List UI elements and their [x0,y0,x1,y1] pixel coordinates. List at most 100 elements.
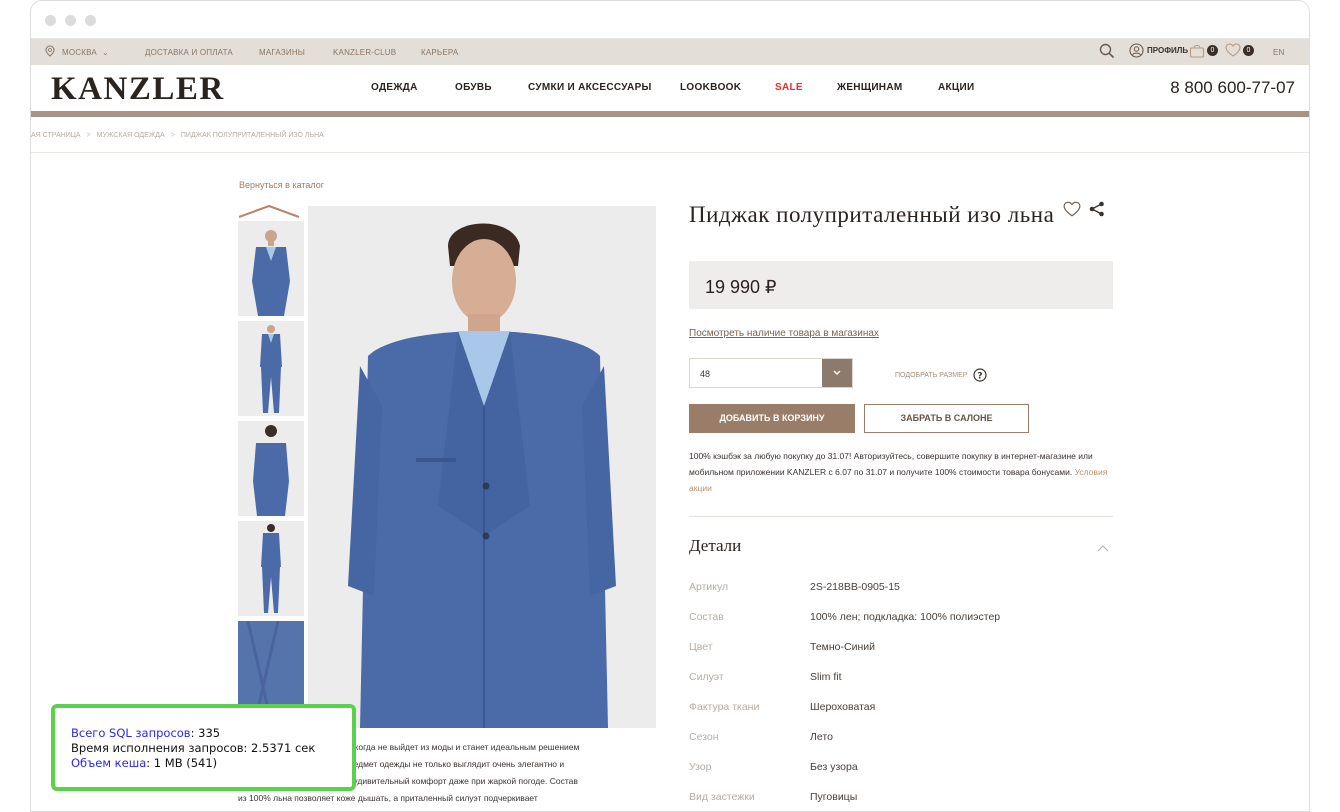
utility-bar: МОСКВА ⌄ ДОСТАВКА И ОПЛАТА МАГАЗИНЫ KANZ… [31,39,1309,65]
details-row: Фактура ткани Шероховатая [689,696,1119,726]
close-dot[interactable] [45,15,56,26]
details-value: Шероховатая [810,701,876,713]
nav-item-promotions[interactable]: АКЦИИ [938,82,975,93]
cart-link[interactable]: 0 [1189,43,1218,58]
breadcrumb-separator-icon: > [170,132,175,139]
price-box: 19 990 ₽ [689,261,1113,309]
description-line: из 100% льна позволяет коже дышать, а пр… [238,793,538,803]
details-row: Узор Без узора [689,756,1119,786]
details-value: 2S-218BB-0905-15 [810,581,900,593]
pickup-in-store-button[interactable]: ЗАБРАТЬ В САЛОНЕ [864,404,1029,433]
debug-sql-label[interactable]: Всего SQL запросов [71,726,191,740]
details-key: Состав [689,611,724,623]
details-key: Силуэт [689,671,724,683]
maximize-dot[interactable] [85,15,96,26]
location-icon [45,45,55,59]
product-thumbnail[interactable] [238,221,304,316]
details-row: Силуэт Slim fit [689,666,1119,696]
chevron-up-icon[interactable] [1097,541,1109,552]
topbar-link-stores[interactable]: МАГАЗИНЫ [259,48,305,57]
cart-count-badge: 0 [1207,45,1218,56]
minimize-dot[interactable] [65,15,76,26]
debug-time-line: Время исполнения запросов: 2.5371 сек [71,741,316,755]
nav-item-women[interactable]: ЖЕНЩИНАМ [837,82,902,93]
product-thumbnail[interactable] [238,521,304,616]
favorites-count-badge: 0 [1243,44,1254,56]
nav-item-bags[interactable]: СУМКИ И АКСЕССУАРЫ [528,82,652,93]
breadcrumb-divider [31,152,1309,153]
details-value: 100% лен; подкладка: 100% полиэстер [810,611,1001,623]
chevron-down-icon [822,359,852,387]
details-heading: Детали [689,536,742,555]
size-guide-link[interactable]: ПОДОБРАТЬ РАЗМЕР ? [895,368,988,382]
nav-item-lookbook[interactable]: LOOKBOOK [680,82,741,93]
details-key: Артикул [689,581,729,593]
browser-window: МОСКВА ⌄ ДОСТАВКА И ОПЛАТА МАГАЗИНЫ KANZ… [30,0,1310,812]
product-thumbnail[interactable] [238,621,304,709]
nav-item-sale[interactable]: SALE [775,82,803,93]
breadcrumb-item-category[interactable]: МУЖСКАЯ ОДЕЖДА [97,132,165,139]
nav-divider [31,111,1309,117]
size-select-value: 48 [700,369,711,379]
main-navigation: KANZLER ОДЕЖДА ОБУВЬ СУМКИ И АКСЕССУАРЫ … [31,65,1309,111]
details-row: Цвет Темно-Синий [689,636,1119,666]
favorites-link[interactable]: 0 [1225,43,1254,57]
breadcrumb-item-current: ПИДЖАК ПОЛУПРИТАЛЕННЫЙ ИЗО ЛЬНА [180,132,324,139]
details-row: Состав 100% лен; подкладка: 100% полиэсте… [689,606,1119,636]
topbar-link-delivery[interactable]: ДОСТАВКА И ОПЛАТА [145,48,233,57]
nav-item-clothing[interactable]: ОДЕЖДА [371,82,418,93]
debug-cache-value: : 1 MB (541) [146,756,218,770]
details-value: Без узора [810,761,858,773]
help-icon: ? [973,368,988,382]
bag-icon [1189,44,1205,58]
profile-icon [1129,43,1144,58]
heart-icon [1225,43,1241,57]
product-main-photo[interactable] [308,206,656,728]
phone-number[interactable]: 8 800 600-77-07 [1170,78,1295,98]
store-availability-link[interactable]: Посмотреть наличие товара в магазинах [689,328,879,339]
debug-cache-line: Объем кеша: 1 MB (541) [71,756,352,771]
favorite-heart-icon[interactable] [1063,201,1081,222]
window-titlebar [31,1,1309,39]
topbar-link-career[interactable]: КАРЬЕРА [421,48,458,57]
profile-label: ПРОФИЛЬ [1147,46,1189,55]
details-value: Пуговицы [810,791,858,803]
size-guide-label: ПОДОБРАТЬ РАЗМЕР [895,371,968,379]
back-to-catalog-link[interactable]: Вернуться в каталог [239,180,324,190]
debug-cache-label[interactable]: Объем кеша [71,756,146,770]
promo-text: 100% кэшбэк за любую покупку до 31.07! А… [689,448,1119,496]
details-key: Сезон [689,731,719,743]
add-to-cart-button[interactable]: ДОБАВИТЬ В КОРЗИНУ [689,404,855,433]
language-switch[interactable]: EN [1273,48,1285,57]
details-value: Темно-Синий [810,641,875,653]
product-thumbnail[interactable] [238,321,304,416]
search-icon[interactable] [1099,43,1115,59]
svg-text:?: ? [978,372,983,382]
details-value: Лето [810,731,833,743]
size-select[interactable]: 48 [689,358,853,388]
chevron-down-icon: ⌄ [102,48,109,57]
debug-panel: Всего SQL запросов: 335 Время исполнения… [51,704,356,791]
topbar-link-club[interactable]: KANZLER-CLUB [333,48,396,57]
breadcrumb-item-home[interactable]: АЯ СТРАНИЦА [31,132,81,139]
share-icon[interactable] [1089,201,1105,222]
details-key: Фактура ткани [689,701,760,713]
product-thumbnail[interactable] [238,421,304,516]
details-row: Артикул 2S-218BB-0905-15 [689,576,1119,606]
details-key: Узор [689,761,712,773]
details-key: Вид застежки [689,791,755,803]
promo-body: 100% кэшбэк за любую покупку до 31.07! А… [689,451,1093,477]
site-logo[interactable]: KANZLER [51,71,225,108]
nav-item-shoes[interactable]: ОБУВЬ [455,82,492,93]
breadcrumb-separator-icon: > [86,132,91,139]
chevron-up-icon[interactable] [237,203,301,219]
city-selector[interactable]: МОСКВА [62,48,97,57]
product-price: 19 990 ₽ [705,277,777,297]
details-divider [689,516,1113,517]
profile-link[interactable]: ПРОФИЛЬ [1129,43,1188,58]
debug-sql-value: : 335 [190,726,221,740]
details-row: Вид застежки Пуговицы [689,786,1119,811]
product-title: Пиджак полуприталенный изо льна [689,202,1055,227]
title-actions [1063,201,1105,222]
details-key: Цвет [689,641,713,653]
